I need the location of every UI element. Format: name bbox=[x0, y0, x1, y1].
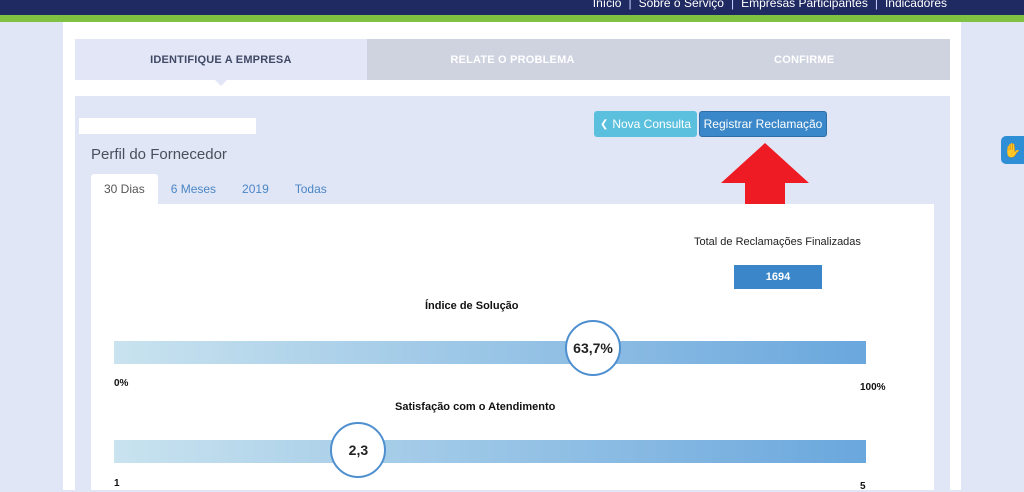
indice-solucao-max-label: 100% bbox=[860, 382, 886, 393]
satisfacao-max-label: 5 bbox=[860, 481, 866, 492]
perfil-fornecedor-title: Perfil do Fornecedor bbox=[91, 146, 227, 163]
nav-separator: | bbox=[874, 0, 878, 10]
period-tabs: 30 Dias 6 Meses 2019 Todas bbox=[91, 174, 340, 204]
company-name-field bbox=[79, 118, 256, 134]
step-relate-problema[interactable]: RELATE O PROBLEMA bbox=[366, 39, 659, 80]
top-bar: Início | Sobre o Serviço | Empresas Part… bbox=[0, 0, 1024, 22]
indice-solucao-title: Índice de Solução bbox=[425, 300, 519, 312]
registrar-reclamacao-button[interactable]: Registrar Reclamação bbox=[699, 111, 827, 137]
nav-separator: | bbox=[628, 0, 632, 10]
nav-link-inicio[interactable]: Início bbox=[593, 0, 622, 10]
indice-solucao-knob: 63,7% bbox=[565, 320, 622, 376]
satisfacao-title: Satisfação com o Atendimento bbox=[395, 401, 556, 413]
nova-consulta-button[interactable]: ❮ Nova Consulta bbox=[594, 111, 697, 137]
nav-link-empresas[interactable]: Empresas Participantes bbox=[741, 0, 868, 10]
chevron-left-icon: ❮ bbox=[599, 118, 609, 130]
indice-solucao-min-label: 0% bbox=[114, 378, 129, 389]
total-reclamacoes-label: Total de Reclamações Finalizadas bbox=[694, 236, 861, 248]
tab-30-dias[interactable]: 30 Dias bbox=[91, 174, 158, 204]
tab-todas[interactable]: Todas bbox=[282, 174, 340, 204]
satisfacao-min-label: 1 bbox=[114, 478, 120, 489]
top-nav: Início | Sobre o Serviço | Empresas Part… bbox=[593, 0, 947, 10]
step-identifique-empresa[interactable]: IDENTIFIQUE A EMPRESA bbox=[75, 39, 367, 86]
satisfacao-bar bbox=[114, 440, 866, 463]
nova-consulta-label: Nova Consulta bbox=[612, 117, 692, 131]
nav-separator: | bbox=[730, 0, 735, 10]
sign-language-hands-icon[interactable]: ✋ bbox=[1001, 136, 1024, 164]
nav-link-indicadores[interactable]: Indicadores bbox=[885, 0, 947, 10]
tab-6-meses[interactable]: 6 Meses bbox=[158, 174, 229, 204]
nav-link-sobre[interactable]: Sobre o Serviço bbox=[639, 0, 724, 10]
indice-solucao-bar bbox=[114, 341, 866, 364]
satisfacao-knob: 2,3 bbox=[330, 422, 387, 478]
step-confirme[interactable]: CONFIRME bbox=[658, 39, 951, 80]
wizard-steps: IDENTIFIQUE A EMPRESA RELATE O PROBLEMA … bbox=[75, 39, 951, 86]
tab-2019[interactable]: 2019 bbox=[229, 174, 282, 204]
total-reclamacoes-value: 1694 bbox=[734, 265, 822, 289]
